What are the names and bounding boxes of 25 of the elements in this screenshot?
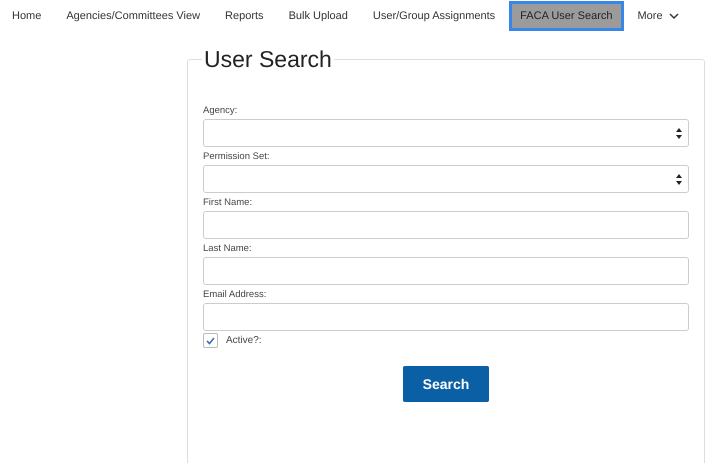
nav-tab[interactable]: Home xyxy=(1,1,52,31)
nav-tab[interactable]: Reports xyxy=(214,1,275,31)
field-label: Permission Set: xyxy=(203,151,271,162)
checkbox-label: Active?: xyxy=(226,335,262,346)
field-label: Agency: xyxy=(203,105,238,116)
more-menu[interactable]: More xyxy=(626,1,690,31)
check-icon xyxy=(206,336,215,344)
chevron-down-icon xyxy=(668,12,679,20)
select-field[interactable] xyxy=(203,165,689,193)
nav-tab[interactable]: User/Group Assignments xyxy=(362,1,506,31)
checkbox[interactable] xyxy=(203,333,218,348)
select-field[interactable] xyxy=(203,119,689,147)
nav-tab[interactable]: Agencies/Committees View xyxy=(55,1,212,31)
field-label: Email Address: xyxy=(203,289,268,300)
updown-icon xyxy=(676,174,682,184)
text-field[interactable] xyxy=(203,257,689,285)
nav-tab[interactable]: Bulk Upload xyxy=(278,1,359,31)
nav-tab[interactable]: FACA User Search xyxy=(509,1,624,31)
form-title: User Search xyxy=(203,46,333,73)
field-label: First Name: xyxy=(203,197,254,208)
text-field[interactable] xyxy=(203,211,689,239)
updown-icon xyxy=(676,128,682,138)
text-field[interactable] xyxy=(203,303,689,331)
field-label: Last Name: xyxy=(203,243,253,254)
search-button[interactable]: Search xyxy=(402,366,490,402)
